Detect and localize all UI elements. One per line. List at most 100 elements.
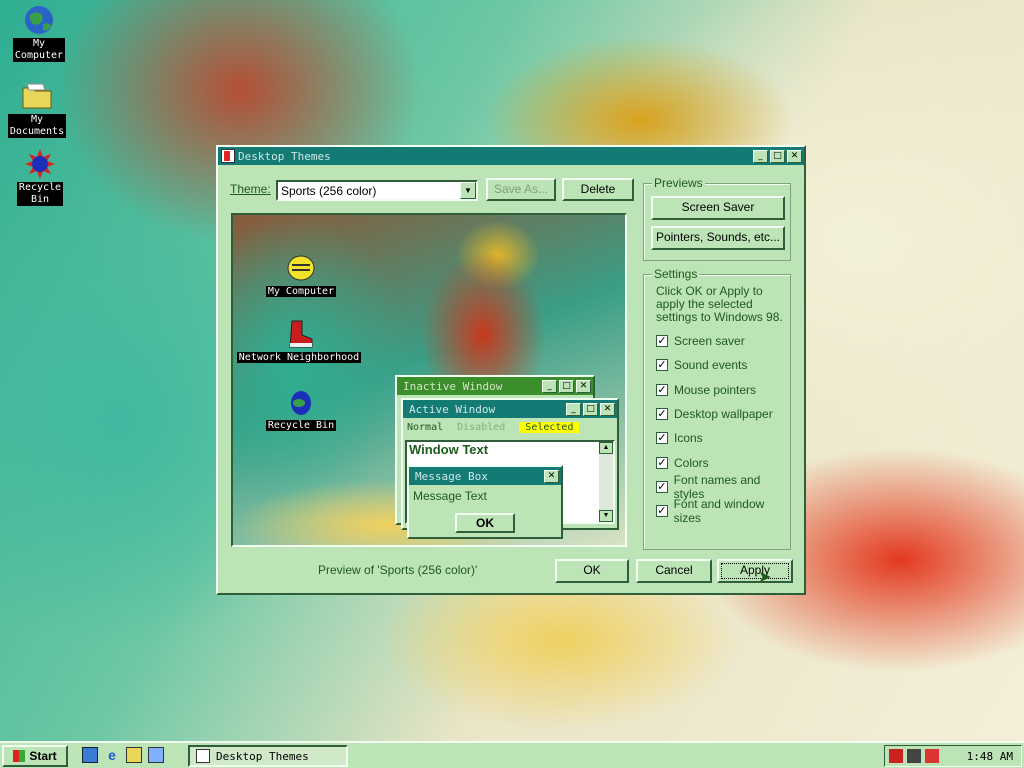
maximize-icon: □ [559, 379, 574, 393]
close-icon: ✕ [544, 469, 559, 483]
save-as-button[interactable]: Save As... [486, 178, 556, 201]
desktop-icon-recycle-bin[interactable]: Recycle Bin [5, 148, 75, 206]
preview-icon-my-computer: My Computer [259, 253, 343, 297]
settings-checkbox-row[interactable]: ✓ Colors [656, 455, 709, 471]
preview-caption: Preview of 'Sports (256 color)' [318, 563, 478, 577]
preview-icon-recycle-bin: Recycle Bin [259, 387, 343, 431]
desktop-icon-label: Recycle Bin [16, 182, 64, 206]
settings-checkbox-row[interactable]: ✓ Icons [656, 430, 703, 446]
preview-message-box: Message Box ✕ Message Text OK [407, 465, 563, 539]
globe-icon [23, 4, 55, 36]
theme-select-value: Sports (256 color) [281, 184, 377, 198]
dialog-title: Desktop Themes [238, 149, 331, 163]
checkbox-label: Colors [674, 455, 709, 470]
internet-explorer-icon[interactable]: e [104, 747, 120, 763]
delete-button[interactable]: Delete [562, 178, 634, 201]
previews-group: Previews Screen Saver Pointers, Sounds, … [643, 176, 791, 261]
menu-disabled: Disabled [457, 421, 506, 433]
minimize-icon: _ [566, 402, 581, 416]
settings-checkbox-row[interactable]: ✓ Font and window sizes [656, 497, 790, 525]
theme-label: Theme: [230, 182, 271, 196]
preview-icon-label: My Computer [265, 286, 337, 297]
preview-icon-network: Network Neighborhood [233, 319, 369, 363]
close-button[interactable]: ✕ [787, 149, 802, 163]
pointer-icon: ➤ [758, 569, 772, 586]
checkbox-label: Icons [674, 431, 703, 446]
preview-icon-label: Network Neighborhood [236, 352, 362, 363]
settings-checkbox-row[interactable]: ✓ Screen saver [656, 333, 745, 349]
boot-icon [284, 319, 314, 349]
menu-selected: Selected [519, 421, 580, 433]
close-icon: ✕ [576, 379, 591, 393]
settings-description: Click OK or Apply to apply the selected … [656, 284, 783, 324]
theme-preview-pane: My Computer Network Neighborhood Recycle… [231, 213, 627, 547]
themes-app-icon [221, 149, 235, 163]
checkbox[interactable]: ✓ [656, 456, 668, 469]
recycle-bin-icon [24, 148, 56, 180]
maximize-button[interactable]: □ [770, 149, 785, 163]
outlook-express-icon[interactable] [126, 747, 142, 763]
desktop-icon-label: My Documents [7, 114, 67, 138]
themes-app-icon [196, 749, 210, 763]
preview-scrollbar: ▲ ▼ [599, 442, 613, 522]
preview-icon-label: Recycle Bin [265, 420, 337, 431]
taskbar: Start e Desktop Themes 1:48 AM [0, 741, 1024, 768]
minimize-icon: _ [542, 379, 557, 393]
checkbox[interactable]: ✓ [656, 359, 668, 372]
windows-logo-icon [13, 750, 26, 762]
settings-checkbox-row[interactable]: ✓ Mouse pointers [656, 382, 756, 398]
settings-group-title: Settings [652, 267, 700, 281]
checkbox[interactable]: ✓ [656, 335, 668, 347]
dialog-titlebar[interactable]: Desktop Themes _ □ ✕ [218, 147, 804, 165]
preview-menu-bar: Normal Disabled Selected [403, 418, 617, 436]
checkbox[interactable]: ✓ [656, 383, 668, 396]
settings-checkbox-row[interactable]: ✓ Sound events [656, 357, 747, 373]
clock[interactable]: 1:48 AM [967, 750, 1013, 763]
maximize-icon: □ [583, 402, 598, 416]
cancel-button[interactable]: Cancel [636, 559, 712, 583]
preview-ok-button: OK [455, 513, 515, 533]
checkbox[interactable]: ✓ [656, 505, 668, 518]
checkbox-label: Screen saver [674, 334, 745, 348]
task-label: Desktop Themes [216, 749, 309, 763]
checkbox[interactable]: ✓ [656, 432, 668, 445]
show-desktop-icon[interactable] [82, 747, 98, 763]
apply-button[interactable]: Apply [717, 559, 793, 583]
system-tray: 1:48 AM [884, 745, 1022, 767]
checkbox[interactable]: ✓ [656, 407, 668, 420]
checkbox-label: Mouse pointers [674, 382, 757, 397]
desktop-icon-my-computer[interactable]: My Computer [4, 4, 74, 62]
quick-launch: e [82, 747, 164, 763]
message-text: Message Text [413, 489, 487, 503]
settings-group: Settings Click OK or Apply to apply the … [643, 267, 791, 550]
inactive-titlebar: Inactive Window _ □ ✕ [397, 377, 593, 395]
settings-checkbox-row[interactable]: ✓ Font names and styles [656, 473, 790, 501]
start-button[interactable]: Start [2, 745, 68, 767]
helmet-icon [286, 253, 316, 283]
window-text: Window Text [409, 442, 489, 457]
message-box-title: Message Box [415, 469, 488, 483]
tray-icon-1[interactable] [889, 749, 903, 763]
theme-select[interactable]: Sports (256 color) ▼ [276, 180, 478, 201]
start-label: Start [29, 748, 57, 763]
screen-saver-button[interactable]: Screen Saver [651, 196, 785, 220]
desktop-themes-dialog: Desktop Themes _ □ ✕ Theme: Sports (256 … [216, 145, 806, 595]
checkbox[interactable]: ✓ [656, 480, 668, 493]
message-box-titlebar: Message Box ✕ [409, 467, 561, 485]
folder-icon [21, 80, 53, 112]
tray-icon-2[interactable] [907, 749, 921, 763]
tray-icon-3[interactable] [925, 749, 939, 763]
desktop-icon-my-documents[interactable]: My Documents [2, 80, 72, 138]
channels-icon[interactable] [148, 747, 164, 763]
checkbox-label: Font and window sizes [673, 497, 765, 526]
menu-normal: Normal [407, 421, 444, 433]
checkbox-label: Desktop wallpaper [674, 406, 773, 421]
chevron-down-icon[interactable]: ▼ [460, 182, 476, 199]
pointers-sounds-button[interactable]: Pointers, Sounds, etc... [651, 226, 785, 250]
minimize-button[interactable]: _ [753, 149, 768, 163]
inactive-window-title: Inactive Window [403, 379, 503, 393]
ok-button[interactable]: OK [555, 559, 629, 583]
desktop-icon-label: My Computer [12, 38, 66, 62]
taskbar-task-desktop-themes[interactable]: Desktop Themes [188, 745, 348, 767]
settings-checkbox-row[interactable]: ✓ Desktop wallpaper [656, 406, 773, 422]
